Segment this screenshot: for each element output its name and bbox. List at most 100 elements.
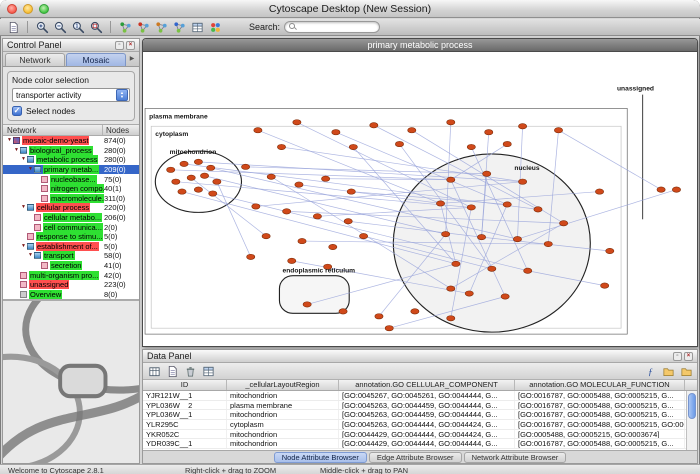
zoom-fit-content-icon[interactable] <box>88 20 104 34</box>
tree-item-unassigned[interactable]: unassigned223(0) <box>3 280 139 290</box>
tab-network-attribute-browser[interactable]: Network Attribute Browser <box>464 452 567 463</box>
vizmapper-icon[interactable] <box>207 20 223 34</box>
import-attribute-file-icon[interactable] <box>660 364 676 378</box>
network-node[interactable] <box>349 144 357 149</box>
import-network-icon[interactable] <box>5 20 21 34</box>
network-node[interactable] <box>194 187 202 192</box>
tree-item-primary-metab[interactable]: ▼primary metab...209(0) <box>3 165 139 175</box>
table-row[interactable]: YPL036W__1mitochondrion[GO:0045263, GO:0… <box>143 410 697 420</box>
network-node[interactable] <box>501 294 509 299</box>
expander-icon[interactable]: ▼ <box>20 203 27 212</box>
network-node[interactable] <box>524 268 532 273</box>
table-row[interactable]: YPL036W__2plasma membrane[GO:0045263, GO… <box>143 401 697 411</box>
network-node[interactable] <box>293 120 301 125</box>
float-panel-icon[interactable]: ▫ <box>115 41 124 50</box>
network-node[interactable] <box>447 286 455 291</box>
tree-item-establishment-of[interactable]: ▼establishment of...5(0) <box>3 242 139 252</box>
close-data-panel-icon[interactable]: × <box>684 352 693 361</box>
tree-column-nodes[interactable]: Nodes <box>103 125 139 136</box>
tab-node-attribute-browser[interactable]: Node Attribute Browser <box>274 452 367 463</box>
hide-selected-icon[interactable] <box>135 20 151 34</box>
network-node[interactable] <box>467 205 475 210</box>
expander-icon[interactable]: ▼ <box>20 242 27 251</box>
network-node[interactable] <box>283 209 291 214</box>
tree-item-response-to-stimu[interactable]: response to stimu...5(0) <box>3 232 139 242</box>
tree-column-network[interactable]: Network <box>3 125 103 135</box>
select-attributes-icon[interactable] <box>146 364 162 378</box>
table-row[interactable]: YLR295Ccytoplasm[GO:0045263, GO:0044444,… <box>143 420 697 430</box>
tree-item-mosaic-demo-yeast[interactable]: ▼mosaic-demo-yeast874(0) <box>3 136 139 146</box>
tree-item-nitrogen-compo[interactable]: nitrogen compo...40(1) <box>3 184 139 194</box>
network-node[interactable] <box>503 202 511 207</box>
zoom-out-icon[interactable] <box>52 20 68 34</box>
zoom-in-icon[interactable] <box>34 20 50 34</box>
create-attribute-icon[interactable] <box>164 364 180 378</box>
network-node[interactable] <box>370 123 378 128</box>
network-node[interactable] <box>213 179 221 184</box>
network-node[interactable] <box>247 254 255 259</box>
table-scrollbar[interactable] <box>686 391 697 450</box>
tree-item-macromolecule[interactable]: macromolecule...311(0) <box>3 194 139 204</box>
table-row[interactable]: YKR052Cmitochondrion[GO:0044429, GO:0044… <box>143 430 697 440</box>
select-nodes-checkbox[interactable]: ✓ <box>12 106 22 116</box>
tab-overflow-arrow-icon[interactable]: ▶ <box>127 53 137 66</box>
expander-icon[interactable]: ▼ <box>20 155 27 164</box>
network-node[interactable] <box>339 309 347 314</box>
birds-eye-view[interactable] <box>3 300 139 463</box>
network-node[interactable] <box>298 238 306 243</box>
network-node[interactable] <box>534 207 542 212</box>
region-endoplasmic-reticulum[interactable] <box>279 276 349 314</box>
minimize-window-button[interactable] <box>23 4 33 14</box>
expander-icon[interactable]: ▼ <box>27 251 34 260</box>
close-panel-icon[interactable]: × <box>126 41 135 50</box>
network-node[interactable] <box>207 165 215 170</box>
window-titlebar[interactable]: Cytoscape Desktop (New Session) <box>0 0 700 18</box>
node-color-dropdown[interactable]: transporter activity ▲▼ <box>12 88 130 102</box>
zoom-one-to-one-icon[interactable]: 1 <box>70 20 86 34</box>
tree-item-metabolic-process[interactable]: ▼metabolic process280(0) <box>3 155 139 165</box>
network-view-title[interactable]: primary metabolic process <box>143 39 697 52</box>
network-node[interactable] <box>606 248 614 253</box>
network-node[interactable] <box>447 120 455 125</box>
network-node[interactable] <box>329 244 337 249</box>
column-header-annotation-go-cellular-component[interactable]: annotation.GO CELLULAR_COMPONENT <box>339 380 515 390</box>
network-node[interactable] <box>601 283 609 288</box>
network-node[interactable] <box>344 219 352 224</box>
tab-network[interactable]: Network <box>5 53 65 66</box>
network-node[interactable] <box>465 291 473 296</box>
tree-item-cell-communica[interactable]: cell communica...2(0) <box>3 222 139 232</box>
column-header-annotation-go-molecular-function[interactable]: annotation.GO MOLECULAR_FUNCTION <box>515 380 685 390</box>
tree-item-transport[interactable]: ▼transport58(0) <box>3 251 139 261</box>
function-builder-icon[interactable]: ƒ <box>642 364 658 378</box>
network-node[interactable] <box>347 189 355 194</box>
network-edge[interactable] <box>217 182 251 257</box>
new-network-from-selection-icon[interactable] <box>171 20 187 34</box>
network-node[interactable] <box>657 187 665 192</box>
column-header-cellularlayoutregion[interactable]: _cellularLayoutRegion <box>227 380 339 390</box>
tab-edge-attribute-browser[interactable]: Edge Attribute Browser <box>369 452 462 463</box>
tree-item-cellular-metabo[interactable]: cellular metabo...206(0) <box>3 213 139 223</box>
network-node[interactable] <box>194 159 202 164</box>
network-node[interactable] <box>503 141 511 146</box>
network-node[interactable] <box>252 204 260 209</box>
network-node[interactable] <box>303 302 311 307</box>
network-node[interactable] <box>513 236 521 241</box>
network-node[interactable] <box>375 314 383 319</box>
tab-mosaic[interactable]: Mosaic <box>66 53 126 66</box>
network-node[interactable] <box>672 187 680 192</box>
table-row[interactable]: YJR121W__1mitochondrion[GO:0045267, GO:0… <box>143 391 697 401</box>
tree-item-secretion[interactable]: secretion41(0) <box>3 261 139 271</box>
network-node[interactable] <box>200 173 208 178</box>
import-attributes-icon[interactable] <box>200 364 216 378</box>
network-node[interactable] <box>322 176 330 181</box>
network-node[interactable] <box>447 316 455 321</box>
network-node[interactable] <box>447 177 455 182</box>
network-node[interactable] <box>254 128 262 133</box>
network-node[interactable] <box>277 144 285 149</box>
expander-icon[interactable]: ▼ <box>27 165 34 174</box>
search-input[interactable] <box>284 21 380 33</box>
network-node[interactable] <box>518 179 526 184</box>
network-node[interactable] <box>408 128 416 133</box>
network-node[interactable] <box>442 231 450 236</box>
network-node[interactable] <box>359 233 367 238</box>
